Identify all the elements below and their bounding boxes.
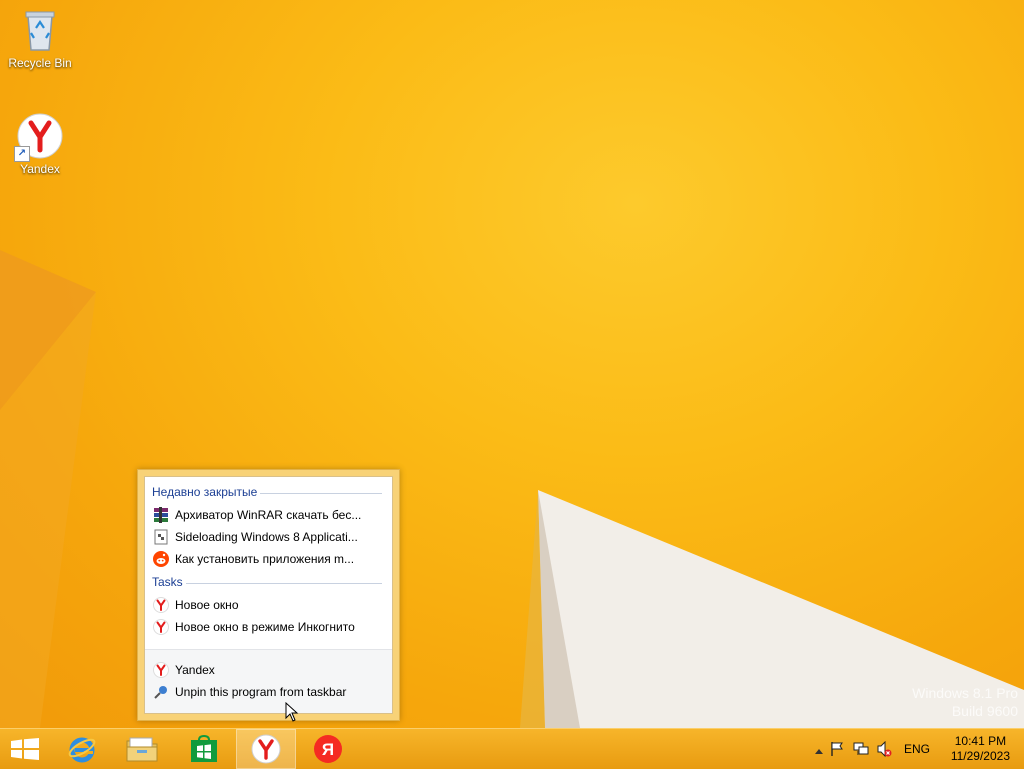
watermark-line-1: Windows 8.1 Pro [912,685,1018,701]
yandex-browser-icon: ↗ [14,112,64,162]
divider [186,583,382,584]
divider [260,493,382,494]
jump-list-panel: Недавно закрытые Архиватор WinRAR скачат… [144,476,393,714]
windows-watermark: Windows 8.1 Pro Build 9600 [912,684,1018,720]
pin-icon [154,686,167,699]
recent-item-label: Архиватор WinRAR скачать бес... [175,508,362,522]
recent-item-sideloading[interactable]: Sideloading Windows 8 Applicati... [151,526,386,548]
clock[interactable]: 10:41 PM 11/29/2023 [951,734,1010,764]
desktop-icon-label: Yandex [20,162,60,176]
recent-item-label: Как установить приложения m... [175,552,355,566]
clock-date: 11/29/2023 [950,749,1010,763]
store-icon [191,735,217,762]
action-center-flag-icon[interactable] [829,741,845,757]
clock-time: 10:41 PM [954,734,1007,748]
taskbar: Я ENG 10:41 PM 11/29/2023 [0,728,1024,769]
open-yandex-label: Yandex [175,663,215,677]
desktop-icon-recycle-bin[interactable]: Recycle Bin [4,6,76,70]
yandex-icon [153,619,169,635]
desktop: Recycle Bin ↗ Yandex Windows 8.1 Pro Bui… [0,0,1024,728]
network-icon[interactable] [853,741,869,757]
tasks-header: Tasks [152,575,382,589]
taskbar-yandex[interactable]: Я [298,729,358,769]
yandex-icon [153,597,169,613]
recent-item-winrar[interactable]: Архиватор WinRAR скачать бес... [151,504,386,526]
task-label: Новое окно в режиме Инкогнито [175,620,355,634]
taskbar-internet-explorer[interactable] [52,729,112,769]
mouse-cursor-icon [285,702,299,722]
recent-item-label: Sideloading Windows 8 Applicati... [175,530,358,544]
windows-logo-icon [11,738,39,760]
recent-header-label: Недавно закрытые [152,485,258,499]
winrar-icon [154,507,168,523]
start-button[interactable] [0,729,50,769]
shortcut-arrow-icon: ↗ [14,146,30,162]
folder-icon [126,737,158,762]
svg-text:Я: Я [322,740,334,759]
yandex-icon [153,662,169,678]
taskbar-file-explorer[interactable] [112,729,172,769]
desktop-icon-label: Recycle Bin [8,56,72,70]
show-hidden-icons-icon[interactable] [811,743,827,759]
yandex-jump-list: Недавно закрытые Архиватор WinRAR скачат… [137,469,400,721]
task-label: Новое окно [175,598,239,612]
jump-list-pinned-section: Yandex Unpin this program from taskbar [145,649,392,713]
task-new-window[interactable]: Новое окно [151,594,386,616]
page-icon [154,529,168,545]
volume-muted-icon[interactable] [876,741,892,757]
task-new-incognito-window[interactable]: Новое окно в режиме Инкогнито [151,616,386,638]
unpin-from-taskbar[interactable]: Unpin this program from taskbar [151,681,386,703]
unpin-label: Unpin this program from taskbar [175,685,347,699]
watermark-line-2: Build 9600 [951,703,1018,719]
recycle-bin-icon [16,6,64,54]
yandex-ya-icon: Я [314,735,342,763]
taskbar-store[interactable] [174,729,234,769]
recent-header: Недавно закрытые [152,485,382,499]
ie-icon [68,737,96,763]
tasks-header-label: Tasks [152,575,183,589]
open-yandex[interactable]: Yandex [151,659,386,681]
recent-item-reddit[interactable]: Как установить приложения m... [151,548,386,570]
desktop-icon-yandex[interactable]: ↗ Yandex [4,112,76,176]
input-language[interactable]: ENG [904,742,930,756]
reddit-icon [153,551,169,567]
taskbar-yandex-browser[interactable] [236,729,296,769]
system-tray: ENG 10:41 PM 11/29/2023 [809,729,1024,769]
yandex-browser-icon [251,734,281,764]
